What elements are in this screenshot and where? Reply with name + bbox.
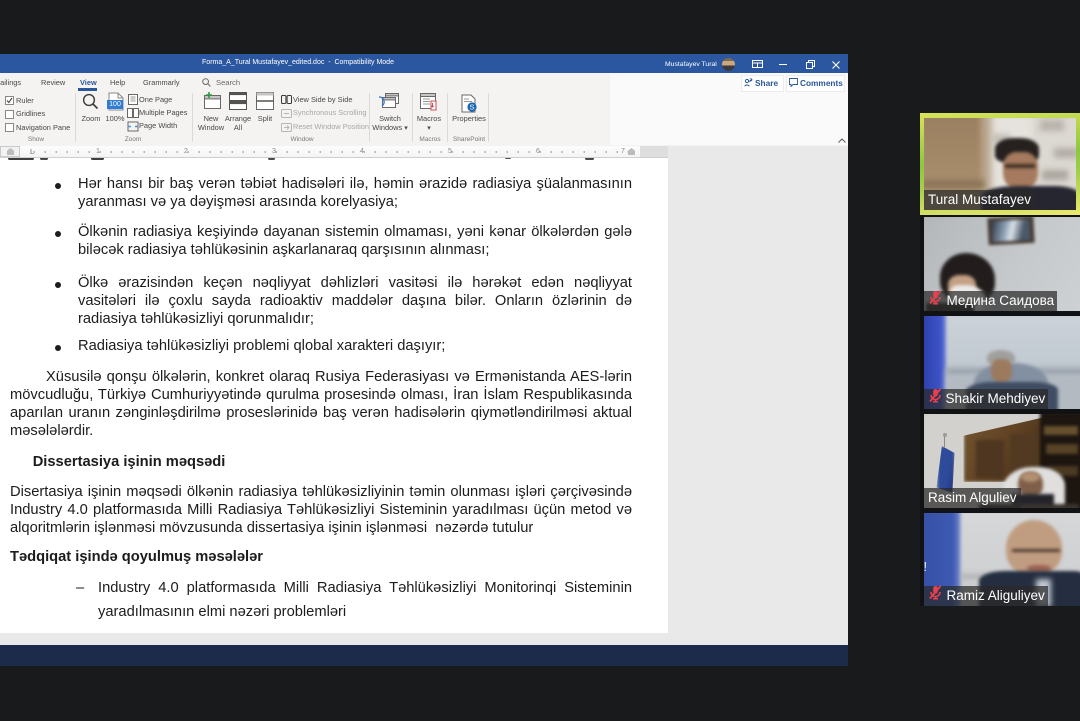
svg-text:S: S [469,103,474,112]
